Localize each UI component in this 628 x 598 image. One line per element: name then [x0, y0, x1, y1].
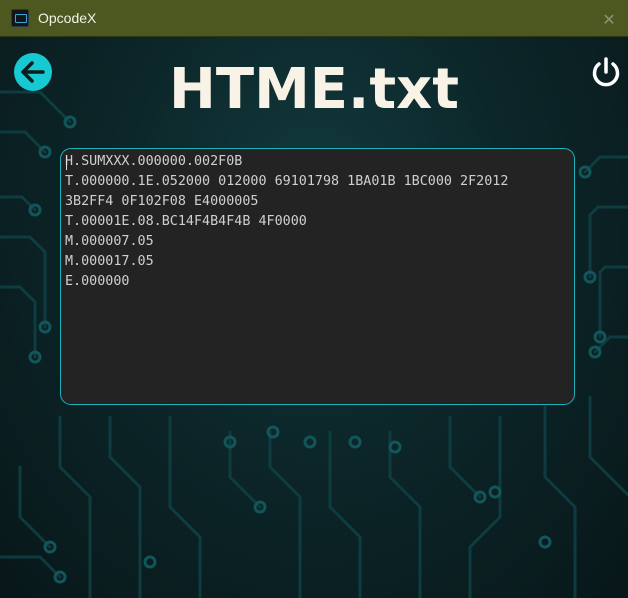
main-content: HTME.txt H.SUMXXX.000000.002F0B T.000000… [0, 37, 628, 598]
app-window: OpcodeX ✕ HTME.txt H.SUMXXX.000000.002F0… [0, 0, 628, 598]
power-button[interactable] [588, 55, 624, 91]
editor-line: T.00001E.08.BC14F4B4F4B 4F0000 [65, 214, 307, 229]
close-icon: ✕ [602, 9, 616, 29]
editor-line: H.SUMXXX.000000.002F0B [65, 154, 243, 169]
editor-line: M.000017.05 [65, 254, 154, 269]
editor-line: E.000000 [65, 274, 130, 289]
app-icon [11, 9, 29, 27]
close-button[interactable]: ✕ [598, 8, 620, 30]
page-title: HTME.txt [169, 57, 459, 122]
title-bar[interactable]: OpcodeX ✕ [0, 0, 628, 37]
editor-line: 3B2FF4 0F102F08 E4000005 [65, 194, 259, 209]
text-caret [66, 155, 67, 170]
editor-line: M.000007.05 [65, 234, 154, 249]
editor-line: T.000000.1E.052000 012000 69101798 1BA01… [65, 174, 509, 189]
power-icon [592, 57, 620, 87]
window-title: OpcodeX [38, 10, 97, 26]
file-content-editor[interactable]: H.SUMXXX.000000.002F0B T.000000.1E.05200… [60, 148, 575, 405]
